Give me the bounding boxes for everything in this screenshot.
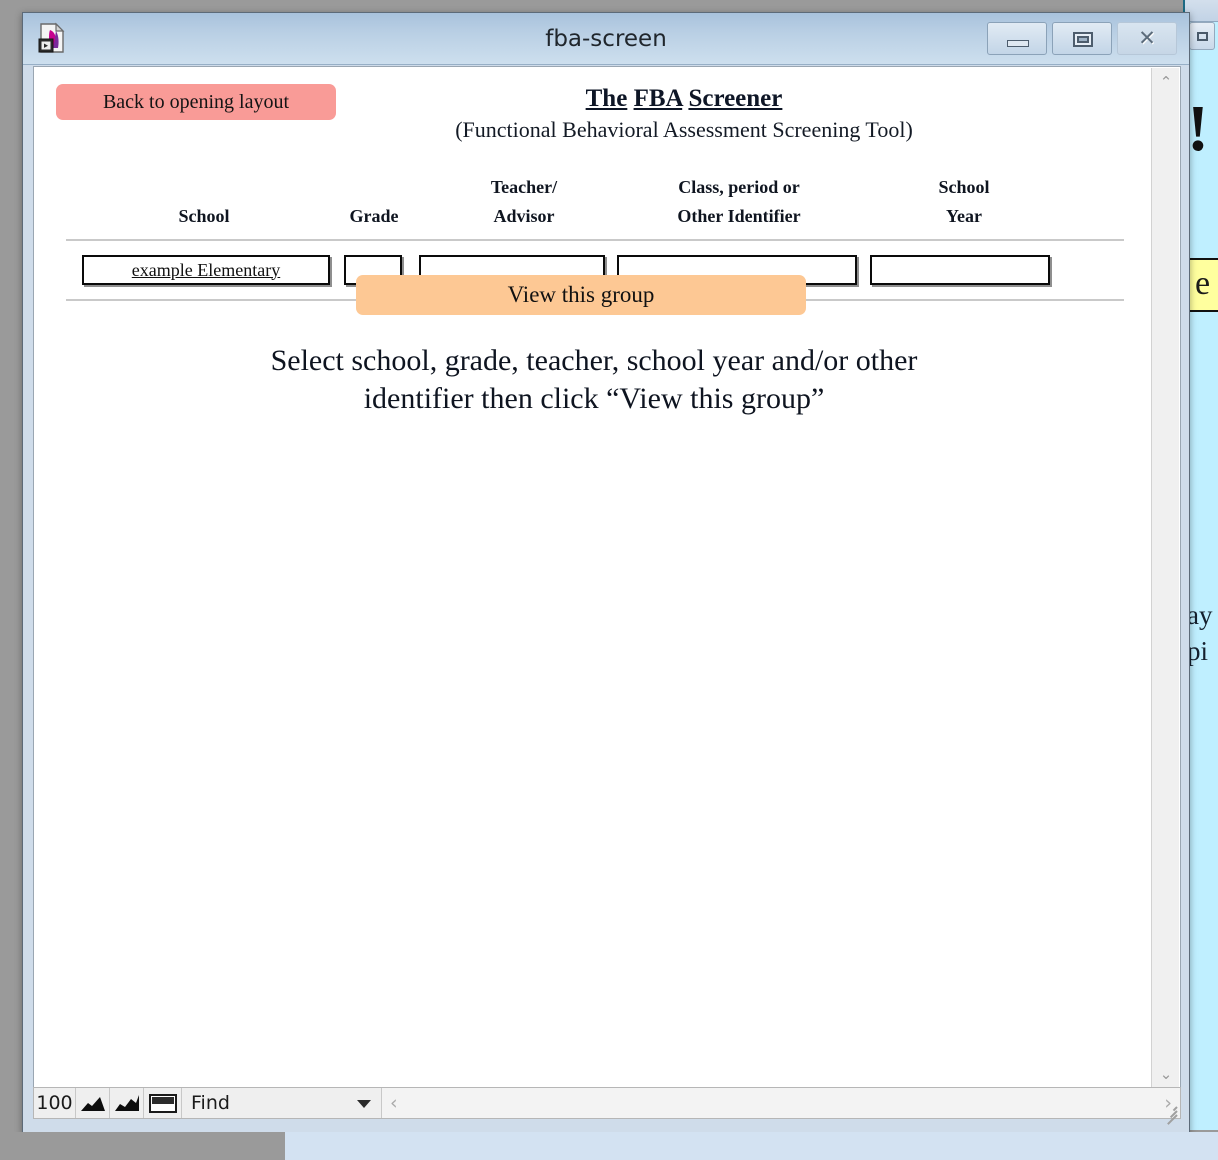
- instruction-line-2: identifier then click “View this group”: [363, 382, 825, 416]
- status-bar: 100 Find ‹ ›: [33, 1087, 1181, 1125]
- mode-selector-value: Find: [191, 1092, 230, 1114]
- vertical-scrollbar[interactable]: ⌃ ⌄: [1151, 68, 1180, 1087]
- background-text-fragment-1: ay: [1187, 600, 1213, 630]
- zoom-out-icon[interactable]: [76, 1088, 110, 1118]
- instruction-line-1: Select school, grade, teacher, school ye…: [270, 344, 918, 377]
- fba-screen-window: fba-screen ✕ Back to opening layout The …: [22, 12, 1190, 1134]
- column-header-row: School Grade Teacher/ Advisor Class, per…: [34, 172, 1152, 234]
- instruction-text: Select school, grade, teacher, school ye…: [144, 342, 1044, 419]
- column-header-class-period-line1: Class, period or: [678, 177, 800, 197]
- column-header-school-year-line1: School: [938, 177, 990, 197]
- hscroll-left-icon[interactable]: ‹: [390, 1092, 398, 1114]
- back-to-opening-layout-button[interactable]: Back to opening layout: [56, 84, 336, 120]
- scroll-down-icon[interactable]: ⌄: [1152, 1060, 1180, 1087]
- background-yellow-field[interactable]: e: [1187, 258, 1218, 312]
- window-controls: ✕: [987, 22, 1177, 55]
- school-field[interactable]: example Elementary: [82, 255, 330, 285]
- restore-button[interactable]: [1052, 22, 1112, 55]
- mode-selector[interactable]: Find: [182, 1088, 382, 1118]
- header-divider-top: [66, 239, 1124, 241]
- zoom-in-icon[interactable]: [110, 1088, 144, 1118]
- page-title-word-the: The: [585, 85, 628, 112]
- minimize-button[interactable]: [987, 22, 1047, 55]
- horizontal-scrollbar[interactable]: ‹ ›: [382, 1088, 1180, 1118]
- window-titlebar[interactable]: fba-screen ✕: [23, 13, 1189, 65]
- column-header-teacher-advisor-line1: Teacher/: [490, 177, 558, 197]
- taskbar: [0, 1132, 1218, 1160]
- close-icon: ✕: [1138, 26, 1156, 50]
- page-title-word-screener: Screener: [688, 85, 783, 112]
- chevron-down-icon: [357, 1100, 371, 1108]
- background-exclamation-text: !: [1187, 92, 1209, 165]
- column-header-grade: Grade: [349, 206, 399, 226]
- page-title-word-fba: FBA: [633, 85, 683, 112]
- scroll-up-icon[interactable]: ⌃: [1152, 68, 1180, 96]
- background-text-fragment-2: pi: [1187, 636, 1209, 666]
- view-this-group-button[interactable]: View this group: [356, 275, 806, 315]
- column-header-teacher-advisor-line2: Advisor: [493, 206, 555, 226]
- zoom-level-indicator[interactable]: 100: [34, 1088, 76, 1118]
- background-window-restore-button[interactable]: [1189, 22, 1215, 50]
- desktop: ! e ay pi fba-screen ✕ Back to opening l…: [0, 0, 1218, 1160]
- status-area-toggle-icon[interactable]: [144, 1088, 182, 1118]
- column-header-class-period-line2: Other Identifier: [677, 206, 801, 226]
- taskbar-panel: [285, 1132, 1218, 1160]
- page-title: The FBA Screener: [334, 85, 1034, 113]
- close-button[interactable]: ✕: [1117, 22, 1177, 55]
- school-field-value: example Elementary: [131, 259, 281, 280]
- column-header-school: School: [178, 206, 230, 226]
- layout-content-area: Back to opening layout The FBA Screener …: [33, 66, 1181, 1088]
- background-yellow-field-text: e: [1195, 265, 1211, 302]
- fba-screener-layout: Back to opening layout The FBA Screener …: [34, 67, 1152, 1087]
- page-subtitle: (Functional Behavioral Assessment Screen…: [455, 117, 913, 142]
- resize-grip[interactable]: [1163, 1102, 1178, 1125]
- school-year-field[interactable]: [870, 255, 1050, 285]
- column-header-school-year-line2: Year: [946, 206, 982, 226]
